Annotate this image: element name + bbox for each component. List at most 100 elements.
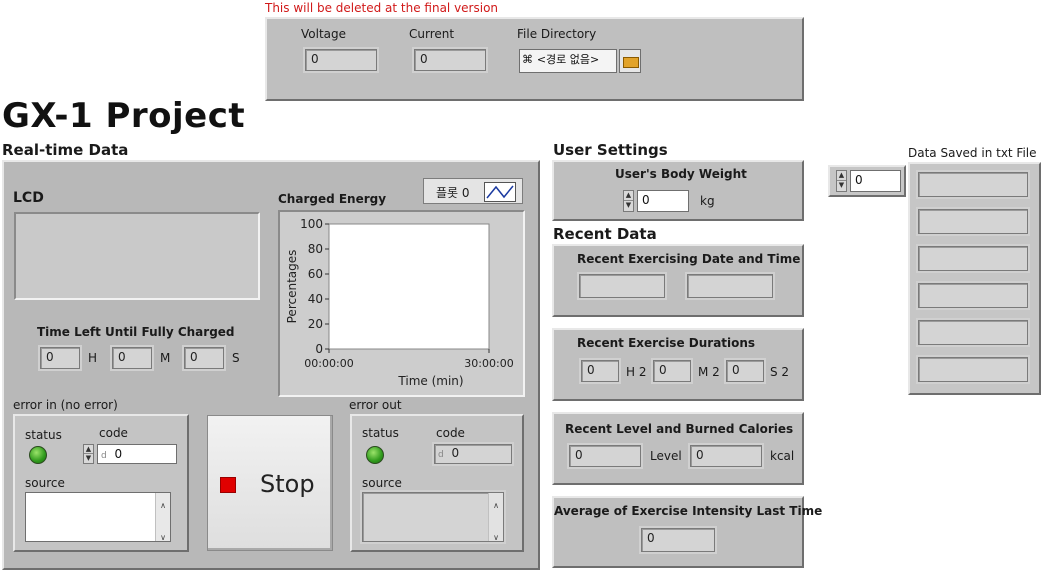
level-unit: Level [650,449,682,463]
error-out-code-indicator: d 0 [434,444,512,464]
user-settings-panel: User's Body Weight ▲ ▼ 0 kg [552,160,804,221]
duration-hours-indicator: 0 [581,360,619,382]
saved-data-row [918,320,1028,345]
seconds-unit: S [232,351,240,365]
realtime-panel: LCD Time Left Until Fully Charged 0 H 0 … [2,160,540,570]
y-tick-label: 0 [315,342,323,356]
recent-date-indicator [579,274,665,298]
error-in-code-stepper[interactable]: ▲ ▼ [83,444,94,464]
error-in-code-label: code [99,426,128,440]
browse-button[interactable] [619,49,641,73]
y-tick-label: 60 [308,267,323,281]
page-title: GX-1 Project [2,96,246,136]
duration-hours-unit: H 2 [626,365,647,379]
error-in-code-prefix: d [101,451,107,461]
user-settings-section-label: User Settings [553,141,668,159]
saved-data-label: Data Saved in txt File [908,146,1037,160]
y-tick-label: 100 [300,217,323,231]
io-panel: Voltage 0 Current 0 File Directory ⌘ <경로… [265,17,804,101]
x-axis-label: Time (min) [397,374,463,388]
plot-area [328,223,490,350]
duration-seconds-indicator: 0 [726,360,764,382]
error-in-cluster: status code ▲ ▼ d 0 source ∧ ∨ [13,414,189,552]
x-tick-label-end: 30:00:00 [464,357,513,370]
plot-line-icon [484,182,516,202]
error-in-source-label: source [25,476,65,490]
chart-frame: 100 80 60 40 20 0 00:00:00 30:00:00 Time (min) Pe… [278,210,525,397]
stop-label: Stop [260,470,315,498]
file-directory-input[interactable]: ⌘ <경로 없음> [519,49,617,73]
saved-data-row [918,246,1028,271]
intensity-panel: Average of Exercise Intensity Last Time … [552,496,822,568]
y-tick-label: 80 [308,242,323,256]
intensity-indicator: 0 [641,528,715,552]
dev-note: This will be deleted at the final versio… [265,1,499,15]
lcd-display [14,212,260,300]
error-in-status-label: status [25,428,62,442]
duration-minutes-unit: M 2 [698,365,720,379]
saved-index-stepper[interactable]: ▲ ▼ [836,170,847,192]
voltage-label: Voltage [301,27,347,41]
y-tick-label: 20 [308,317,323,331]
recent-time-indicator [687,274,773,298]
recent-level-label: Recent Level and Burned Calories [565,422,794,436]
error-in-source-scrollbar[interactable]: ∧ ∨ [155,493,170,542]
chart-title: Charged Energy [278,192,387,206]
recent-date-time-panel: Recent Exercising Date and Time [552,244,804,317]
kcal-indicator: 0 [690,445,762,467]
plot-legend-label: 플롯 0 [436,186,470,200]
duration-seconds-unit: S 2 [770,365,790,379]
path-icon: ⌘ [522,53,533,66]
file-directory-value: <경로 없음> [536,53,600,66]
error-out-code-prefix: d [438,450,444,460]
seconds-indicator: 0 [184,347,224,369]
error-in-source-input[interactable]: ∧ ∨ [25,492,171,542]
duration-minutes-indicator: 0 [653,360,691,382]
saved-data-row [918,209,1028,234]
current-indicator: 0 [414,49,486,71]
kcal-unit: kcal [770,449,795,463]
y-axis-label: Percentages [285,250,299,324]
intensity-label: Average of Exercise Intensity Last Time [554,504,823,518]
lcd-label: LCD [13,190,44,206]
error-out-cluster: status code d 0 source ∧ ∨ [350,414,524,552]
error-in-status-led[interactable] [29,446,47,464]
voltage-indicator: 0 [305,49,377,71]
level-indicator: 0 [569,445,641,467]
folder-icon [623,57,639,68]
stop-icon [220,477,236,493]
chart-svg: 100 80 60 40 20 000:00:00 30:00:00Time (min) Pe… [285,217,514,388]
error-in-code-value: 0 [114,447,123,461]
recent-durations-panel: Recent Exercise Durations 0 H 2 0 M 2 0 … [552,328,804,401]
error-in-code-input[interactable]: d 0 [97,444,177,464]
stop-button[interactable]: Stop [207,415,333,551]
saved-index-input[interactable]: 0 [850,170,901,192]
error-out-code-value: 0 [451,446,460,460]
body-weight-stepper[interactable]: ▲ ▼ [623,190,634,212]
recent-level-panel: Recent Level and Burned Calories 0 Level… [552,412,804,485]
hours-indicator: 0 [40,347,80,369]
time-left-label: Time Left Until Fully Charged [37,325,235,339]
file-directory-label: File Directory [517,27,597,41]
body-weight-label: User's Body Weight [615,167,747,181]
x-tick-label-start: 00:00:00 [304,357,353,370]
saved-data-row [918,172,1028,197]
recent-section-label: Recent Data [553,225,657,243]
saved-data-row [918,283,1028,308]
error-out-source-scrollbar[interactable]: ∧ ∨ [488,493,503,542]
saved-data-array [908,162,1041,395]
hours-unit: H [88,351,98,365]
error-out-status-label: status [362,426,399,440]
recent-durations-label: Recent Exercise Durations [577,336,756,350]
realtime-section-label: Real-time Data [2,141,129,159]
body-weight-input[interactable]: 0 [637,190,689,212]
plot-legend[interactable]: 플롯 0 [423,178,523,204]
minutes-unit: M [160,351,171,365]
minutes-indicator: 0 [112,347,152,369]
error-out-label: error out [349,398,402,412]
error-out-source-label: source [362,476,402,490]
recent-date-time-label: Recent Exercising Date and Time [577,252,801,266]
error-out-code-label: code [436,426,465,440]
error-in-label: error in (no error) [13,398,118,412]
body-weight-unit: kg [700,194,715,208]
